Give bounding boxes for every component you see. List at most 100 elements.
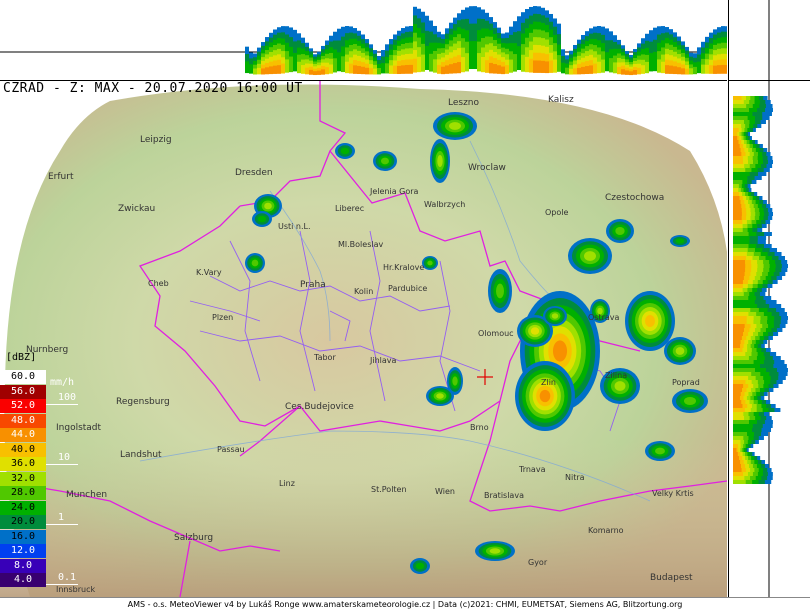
projection-column: [721, 64, 725, 74]
projection-row: [733, 252, 747, 256]
projection-column: [425, 45, 429, 70]
projection-row: [733, 348, 743, 352]
projection-row: [733, 364, 760, 368]
projection-column: [569, 68, 573, 75]
city-label: Munchen: [66, 490, 108, 500]
projection-row: [733, 176, 748, 180]
right-projection-svg: [733, 81, 788, 597]
city-label: Olomouc: [478, 329, 514, 338]
right-projection-strip: [728, 81, 810, 597]
projection-column: [437, 64, 441, 74]
projection-row: [733, 212, 742, 216]
projection-row: [733, 376, 749, 380]
projection-row: [733, 444, 739, 448]
city-label: Kalisz: [548, 95, 574, 105]
projection-row: [733, 168, 746, 172]
projection-column: [281, 63, 285, 74]
city-label: Plzen: [212, 313, 234, 322]
projection-column: [709, 65, 713, 74]
projection-row: [733, 480, 746, 484]
city-label: Landshut: [120, 450, 162, 460]
projection-column: [301, 65, 305, 74]
projection-column: [525, 56, 529, 73]
projection-column: [409, 64, 413, 74]
city-label: Jihlava: [370, 356, 397, 365]
projection-row: [733, 192, 740, 196]
city-label: Ml.Boleslav: [338, 240, 384, 249]
projection-column: [261, 68, 265, 75]
echo-cell: [251, 259, 259, 267]
echo-cell: [415, 562, 425, 570]
projection-column: [625, 70, 629, 75]
projection-row: [733, 140, 739, 144]
echo-cell: [675, 347, 685, 355]
projection-column: [585, 66, 589, 75]
projection-column: [661, 61, 665, 74]
projection-column: [457, 62, 461, 74]
projection-row: [733, 232, 749, 236]
projection-row: [733, 180, 743, 184]
echo-cell: [684, 397, 696, 405]
legend-swatch: 4.0: [0, 573, 46, 587]
projection-row: [733, 472, 743, 476]
projection-row: [733, 388, 742, 392]
projection-column: [453, 63, 457, 74]
projection-column: [577, 67, 581, 75]
top-projection-svg: [0, 6, 729, 76]
projection-column: [361, 66, 365, 75]
projection-column: [665, 65, 669, 74]
echo-cell: [436, 393, 444, 399]
radar-map[interactable]: [0, 81, 727, 597]
projection-row: [733, 264, 746, 268]
projection-row: [733, 152, 742, 156]
projection-column: [489, 62, 493, 74]
projection-column: [405, 64, 409, 74]
projection-row: [733, 120, 744, 124]
projection-row: [733, 360, 754, 364]
projection-column: [285, 59, 289, 73]
projection-row: [733, 228, 743, 232]
city-label: Innsbruck: [56, 585, 96, 594]
projection-column: [473, 41, 477, 70]
projection-row: [733, 244, 749, 248]
city-label: Ingolstadt: [56, 423, 102, 433]
echo-cell: [645, 315, 655, 327]
attribution-footer: AMS - o.s. MeteoViewer v4 by Lukáš Ronge…: [0, 597, 810, 611]
projection-column: [657, 59, 661, 73]
projection-row: [733, 124, 742, 128]
projection-row: [733, 156, 743, 160]
projection-column: [537, 60, 541, 73]
projection-column: [333, 58, 337, 73]
legend-swatch: 52.0: [0, 399, 46, 413]
projection-row: [733, 260, 746, 264]
projection-column: [417, 56, 421, 73]
projection-row: [733, 464, 741, 468]
legend-swatch: 8.0: [0, 558, 46, 573]
projection-column: [573, 68, 577, 75]
projection-row: [733, 316, 747, 320]
projection-row: [733, 452, 738, 456]
city-label: Regensburg: [116, 397, 170, 407]
projection-column: [305, 67, 309, 75]
city-label: Bratislava: [484, 491, 524, 500]
city-label: Wroclaw: [468, 163, 506, 173]
city-label: Walbrzych: [424, 200, 466, 209]
projection-column: [621, 69, 625, 75]
projection-column: [257, 67, 261, 75]
projection-row: [733, 224, 743, 228]
projection-column: [273, 65, 277, 74]
projection-column: [521, 54, 525, 72]
projection-column: [253, 68, 257, 75]
projection-column: [321, 69, 325, 75]
echo-cell: [615, 227, 625, 235]
city-label: Leipzig: [140, 135, 172, 145]
projection-column: [549, 60, 553, 73]
projection-column: [445, 65, 449, 74]
projection-row: [733, 128, 739, 132]
city-label: Ostrava: [588, 313, 620, 322]
projection-column: [533, 60, 537, 73]
projection-row: [733, 280, 743, 284]
projection-row: [733, 328, 744, 332]
legend-swatch: 56.0: [0, 384, 46, 399]
echo-cell: [552, 340, 568, 362]
